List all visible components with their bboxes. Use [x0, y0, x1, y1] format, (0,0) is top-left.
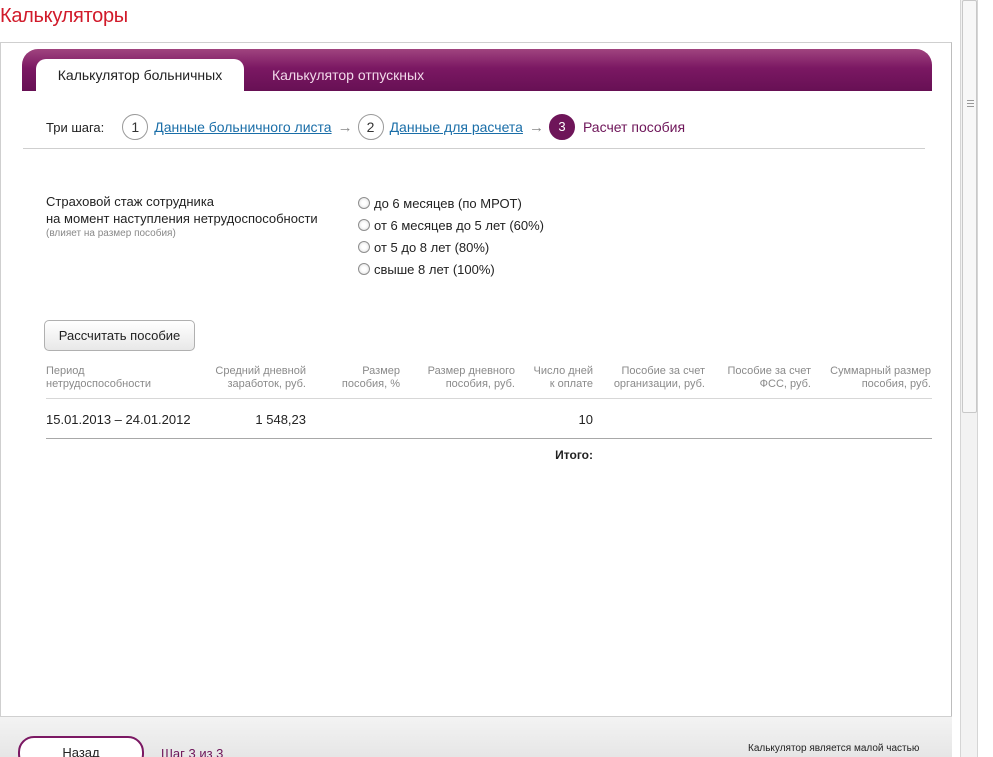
table-header-employer-benefit: Пособие за счет организации, руб. [613, 365, 705, 390]
table-cell-period: 15.01.2013 – 24.01.2012 [46, 412, 191, 427]
table-header-fss-benefit: Пособие за счет ФСС, руб. [727, 365, 812, 390]
table-header-total-benefit: Суммарный размер пособия, руб. [830, 365, 931, 390]
table-header-days: Число дней к оплате [533, 365, 593, 390]
calculator-frame [0, 42, 952, 757]
calculate-button[interactable]: Рассчитать пособие [44, 320, 195, 351]
radio-button[interactable] [358, 197, 370, 209]
table-cell-days: 10 [578, 412, 593, 427]
total-label: Итого: [555, 448, 593, 462]
stazh-label-line-2: на момент наступления нетрудоспособности [46, 211, 318, 226]
radio-button[interactable] [358, 241, 370, 253]
radio-button[interactable] [358, 219, 370, 231]
table-header-daily-benefit: Размер дневного пособия, руб. [427, 365, 515, 390]
step-1-badge: 1 [122, 114, 149, 140]
stazh-label-line-1: Страховой стаж сотрудника [46, 194, 215, 209]
footer-note: Калькулятор является малой частью [748, 743, 920, 754]
table-header-period: Период нетрудоспособности [46, 365, 152, 390]
scroll-grip-icon [967, 100, 974, 107]
window-edge [979, 0, 993, 757]
step-1-link[interactable]: Данные больничного листа [154, 119, 331, 135]
tab-vacation-calculator[interactable]: Калькулятор отпускных [256, 59, 440, 91]
radio-label[interactable]: до 6 месяцев (по МРОТ) [374, 196, 522, 211]
tab-sick-leave-calculator[interactable]: Калькулятор больничных [36, 59, 244, 91]
insurance-experience-radio-group: до 6 месяцев (по МРОТ) от 6 месяцев до 5… [358, 192, 544, 280]
step-3-badge: 3 [548, 114, 575, 140]
arrow-right-icon: → [337, 118, 353, 136]
radio-button[interactable] [358, 263, 370, 275]
app-title: Калькуляторы [0, 5, 128, 27]
steps-label: Три шага: [46, 119, 105, 135]
table-header-percent: Размер пособия, % [341, 365, 400, 390]
radio-option-4[interactable]: свыше 8 лет (100%) [358, 258, 544, 280]
table-row-divider [46, 438, 932, 439]
stazh-hint: (влияет на размер пособия) [46, 228, 176, 239]
table-header-divider [46, 398, 932, 399]
steps-bar: Три шага: 1 Данные больничного листа → 2… [46, 113, 685, 141]
arrow-right-icon: → [528, 118, 544, 136]
tab-bar: Калькулятор больничных Калькулятор отпус… [22, 49, 932, 91]
vertical-scrollbar[interactable] [960, 0, 978, 757]
back-button[interactable]: Назад [18, 736, 144, 757]
step-3-label: Расчет пособия [582, 119, 686, 135]
radio-label[interactable]: свыше 8 лет (100%) [374, 262, 495, 277]
radio-option-3[interactable]: от 5 до 8 лет (80%) [358, 236, 544, 258]
radio-option-2[interactable]: от 6 месяцев до 5 лет (60%) [358, 214, 544, 236]
radio-label[interactable]: от 6 месяцев до 5 лет (60%) [374, 218, 544, 233]
radio-option-1[interactable]: до 6 месяцев (по МРОТ) [358, 192, 544, 214]
insurance-experience-label: Страховой стаж сотрудника на момент наст… [46, 193, 318, 240]
step-indicator: Шаг 3 из 3 [161, 746, 224, 757]
table-header-avg-earnings: Средний дневной заработок, руб. [215, 365, 306, 390]
divider [23, 148, 925, 149]
scrollbar-thumb[interactable] [962, 0, 977, 413]
step-2-badge: 2 [357, 114, 384, 140]
table-cell-avg-earnings: 1 548,23 [255, 412, 306, 427]
step-2-link[interactable]: Данные для расчета [390, 119, 523, 135]
radio-label[interactable]: от 5 до 8 лет (80%) [374, 240, 489, 255]
